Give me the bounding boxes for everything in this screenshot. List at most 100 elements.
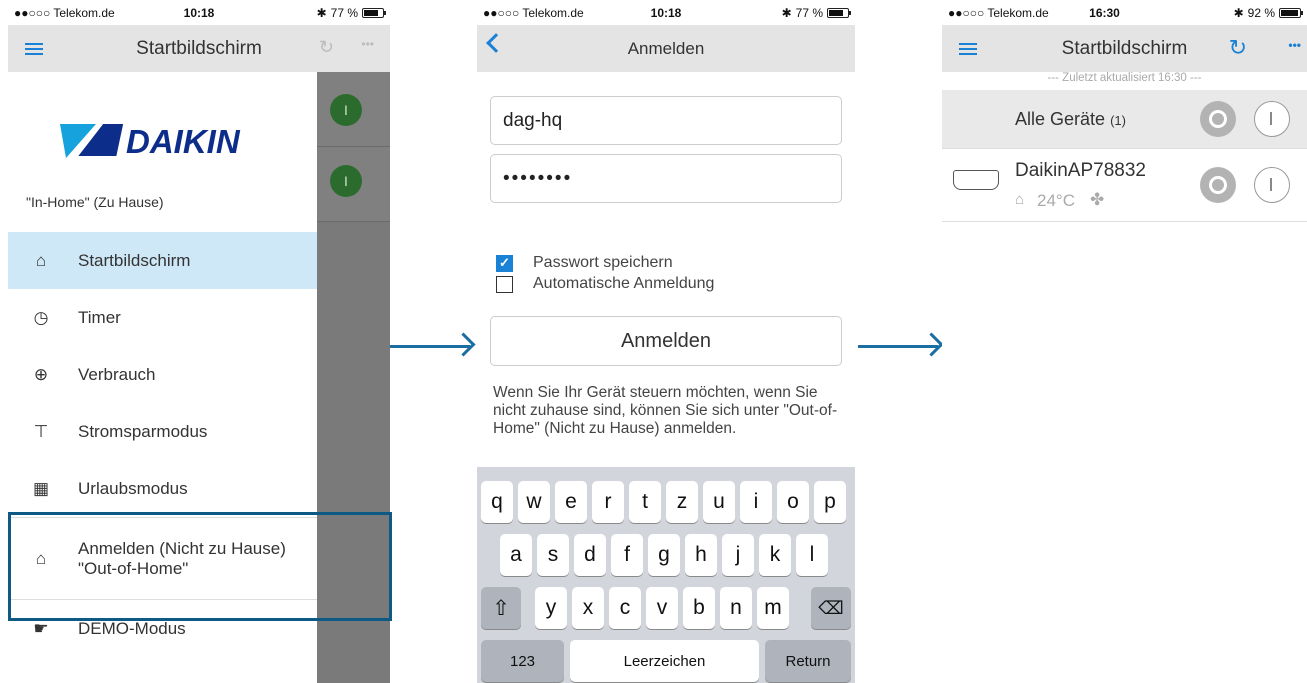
nav-title: Startbildschirm (1061, 37, 1188, 59)
back-icon[interactable] (486, 33, 506, 53)
thermometer-home-icon: ⌂ (1015, 191, 1025, 208)
device-temperature: 24°C (1037, 191, 1075, 210)
key-v[interactable]: v (646, 587, 678, 629)
onscreen-keyboard: qwertzuiop asdfghjkl yxcvbnm ⇧ ⌫ 123 Lee… (477, 467, 855, 683)
battery-icon (1279, 7, 1303, 18)
status-bar: ●●○○○ Telekom.de 16:30 ✱ 92 % (942, 0, 1307, 25)
username-field[interactable]: dag-hq (490, 96, 842, 145)
arrow-right-icon (390, 345, 470, 348)
power-off-button[interactable] (1200, 101, 1236, 137)
last-updated-label: --- Zuletzt aktualisiert 16:30 --- (1047, 72, 1202, 84)
menu-item-verbrauch[interactable]: ⊕ Verbrauch (8, 346, 317, 403)
power-off-button[interactable] (1200, 167, 1236, 203)
daikin-logo: DAIKIN (60, 120, 265, 160)
all-devices-row[interactable]: Alle Geräte (1) (942, 90, 1307, 149)
bluetooth-icon: ✱ (316, 5, 327, 20)
key-f[interactable]: f (611, 534, 643, 576)
refresh-icon[interactable]: ↻ (1229, 35, 1247, 61)
fan-icon: ✤ (1090, 190, 1105, 209)
key-j[interactable]: j (722, 534, 754, 576)
return-key[interactable]: Return (765, 640, 851, 682)
key-s[interactable]: s (537, 534, 569, 576)
bluetooth-icon: ✱ (1233, 5, 1244, 20)
key-y[interactable]: y (535, 587, 567, 629)
login-screen: ●●○○○ Telekom.de 10:18 ✱ 77 % Anmelden da… (477, 0, 855, 683)
key-c[interactable]: c (609, 587, 641, 629)
key-l[interactable]: l (796, 534, 828, 576)
power-on-button[interactable] (1254, 167, 1290, 203)
plug-icon: ⊕ (33, 364, 49, 384)
key-x[interactable]: x (572, 587, 604, 629)
battery-percent: 92 % (1247, 5, 1275, 20)
status-bar: ●●○○○ Telekom.de 10:18 ✱ 77 % (8, 0, 390, 25)
power-on-button[interactable] (1254, 101, 1290, 137)
menu-item-label: Verbrauch (78, 364, 156, 384)
key-o[interactable]: o (777, 481, 809, 523)
key-b[interactable]: b (683, 587, 715, 629)
key-e[interactable]: e (555, 481, 587, 523)
home-screen: ●●○○○ Telekom.de 16:30 ✱ 92 % Startbildsc… (942, 0, 1307, 683)
key-h[interactable]: h (685, 534, 717, 576)
login-button[interactable]: Anmelden (490, 316, 842, 366)
all-devices-label: Alle Geräte (1) (1015, 109, 1126, 129)
save-password-label: Passwort speichern (533, 254, 673, 271)
demo-icon: ☛ (33, 618, 49, 638)
key-a[interactable]: a (500, 534, 532, 576)
carrier-label: ●●○○○ Telekom.de (14, 5, 115, 20)
location-label: "In-Home" (Zu Hause) (26, 194, 164, 210)
menu-item-timer[interactable]: ◷ Timer (8, 289, 317, 346)
key-k[interactable]: k (759, 534, 791, 576)
key-g[interactable]: g (648, 534, 680, 576)
menu-item-label: Startbildschirm (78, 250, 191, 270)
menu-item-label: DEMO-Modus (78, 618, 186, 638)
menu-item-urlaubsmodus[interactable]: ▦ Urlaubsmodus (8, 460, 317, 517)
power-button[interactable]: I (330, 94, 362, 126)
auto-login-label: Automatische Anmeldung (533, 275, 715, 292)
refresh-icon[interactable]: ↻ (319, 37, 334, 58)
key-u[interactable]: u (703, 481, 735, 523)
space-key[interactable]: Leerzeichen (570, 640, 759, 682)
menu-icon[interactable] (25, 43, 43, 55)
carrier-label: ●●○○○ Telekom.de (948, 5, 1049, 20)
battery-percent: 77 % (330, 5, 358, 20)
shift-key[interactable]: ⇧ (481, 587, 521, 629)
menu-item-stromsparmodus[interactable]: ⊤ Stromsparmodus (8, 403, 317, 460)
checkbox-unchecked-icon[interactable] (496, 275, 513, 293)
logo-wordmark: DAIKIN (126, 123, 241, 160)
checkbox-checked-icon[interactable]: ✓ (496, 254, 513, 272)
menu-item-startbildschirm[interactable]: ⌂ Startbildschirm (8, 232, 317, 289)
bluetooth-icon: ✱ (781, 5, 792, 20)
more-icon[interactable]: ••• (361, 37, 374, 51)
device-name: DaikinAP78832 (1015, 160, 1146, 181)
highlight-frame (8, 512, 392, 621)
power-save-icon: ⊤ (33, 421, 49, 441)
menu-icon[interactable] (959, 43, 977, 55)
clock-icon: ◷ (33, 307, 49, 327)
device-row[interactable]: DaikinAP78832 ⌂ 24°C ✤ (942, 149, 1307, 222)
key-t[interactable]: t (629, 481, 661, 523)
more-icon[interactable]: ••• (1288, 38, 1301, 52)
key-z[interactable]: z (666, 481, 698, 523)
key-d[interactable]: d (574, 534, 606, 576)
password-field[interactable]: •••••••• (490, 154, 842, 203)
save-password-option[interactable]: ✓ Passwort speichern (496, 254, 673, 272)
home-icon: ⌂ (35, 250, 47, 270)
power-button[interactable]: I (330, 165, 362, 197)
key-p[interactable]: p (814, 481, 846, 523)
backspace-key[interactable]: ⌫ (811, 587, 851, 629)
key-m[interactable]: m (757, 587, 789, 629)
nav-bar: Startbildschirm ↻ ••• (942, 25, 1307, 72)
auto-login-option[interactable]: Automatische Anmeldung (496, 275, 714, 293)
menu-item-label: Stromsparmodus (78, 421, 208, 441)
key-q[interactable]: q (481, 481, 513, 523)
numbers-key[interactable]: 123 (481, 640, 564, 682)
key-i[interactable]: i (740, 481, 772, 523)
key-n[interactable]: n (720, 587, 752, 629)
nav-bar: Startbildschirm ↻ ••• (8, 25, 390, 72)
key-r[interactable]: r (592, 481, 624, 523)
key-w[interactable]: w (518, 481, 550, 523)
status-bar: ●●○○○ Telekom.de 10:18 ✱ 77 % (477, 0, 855, 25)
device-count: (1) (1110, 113, 1126, 128)
arrow-right-icon (858, 345, 938, 348)
battery-icon (362, 7, 386, 18)
